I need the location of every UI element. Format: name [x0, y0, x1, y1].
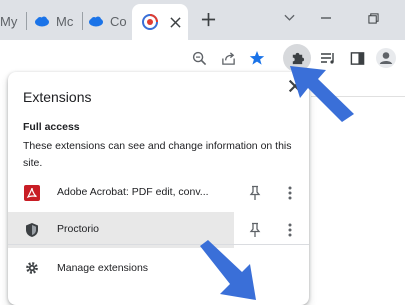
annotation-arrow-up [290, 66, 354, 122]
tab-separator [26, 12, 27, 30]
new-tab-button[interactable] [198, 9, 218, 29]
pin-icon[interactable] [248, 222, 262, 238]
tab-1[interactable]: My [0, 4, 24, 38]
full-access-heading: Full access [23, 121, 80, 133]
profile-button[interactable] [375, 47, 397, 69]
annotation-arrow-down [200, 240, 256, 300]
proctorio-favicon-icon [142, 14, 158, 30]
tab-active[interactable] [132, 4, 188, 40]
share-button[interactable] [217, 47, 239, 69]
bookmark-star-icon [249, 51, 265, 65]
extensions-menu-title: Extensions [23, 89, 92, 105]
tab-3-title: Co [110, 13, 127, 29]
tab-2-title: Mc [56, 13, 74, 29]
restore-button[interactable] [365, 10, 381, 26]
share-icon [221, 51, 235, 65]
full-access-description: These extensions can see and change info… [23, 140, 292, 169]
tab-close-icon[interactable] [170, 16, 181, 28]
tab-1-title: My [0, 13, 18, 29]
restore-icon [367, 12, 379, 24]
gear-icon [26, 262, 38, 274]
bookmark-button[interactable] [246, 47, 268, 69]
zoom-icon [192, 51, 206, 65]
extension-name: Proctorio [57, 223, 100, 235]
tab-strip: My Mc Co [0, 0, 405, 40]
proctorio-shield-icon [26, 223, 38, 237]
tab-search-button[interactable] [281, 10, 297, 26]
menu-divider [8, 244, 309, 245]
minimize-button[interactable] [318, 10, 334, 26]
more-vert-icon[interactable] [286, 222, 294, 238]
manage-extensions-link[interactable]: Manage extensions [57, 262, 148, 274]
tab-separator [82, 12, 83, 30]
cloud-icon [35, 16, 49, 27]
minimize-icon [321, 17, 331, 19]
extension-row-adobe[interactable]: Adobe Acrobat: PDF edit, conv... [8, 175, 309, 211]
pin-icon[interactable] [248, 185, 262, 201]
cloud-icon [89, 16, 103, 27]
tab-2[interactable]: Mc [34, 4, 80, 38]
extensions-menu: Extensions Full access These extensions … [8, 72, 309, 305]
plus-icon [201, 12, 215, 26]
chevron-down-icon [283, 14, 295, 21]
profile-icon [376, 48, 396, 68]
zoom-button[interactable] [188, 47, 210, 69]
more-vert-icon[interactable] [286, 185, 294, 201]
extension-name: Adobe Acrobat: PDF edit, conv... [57, 186, 209, 198]
tab-3[interactable]: Co [88, 4, 132, 38]
adobe-acrobat-icon [24, 185, 40, 201]
